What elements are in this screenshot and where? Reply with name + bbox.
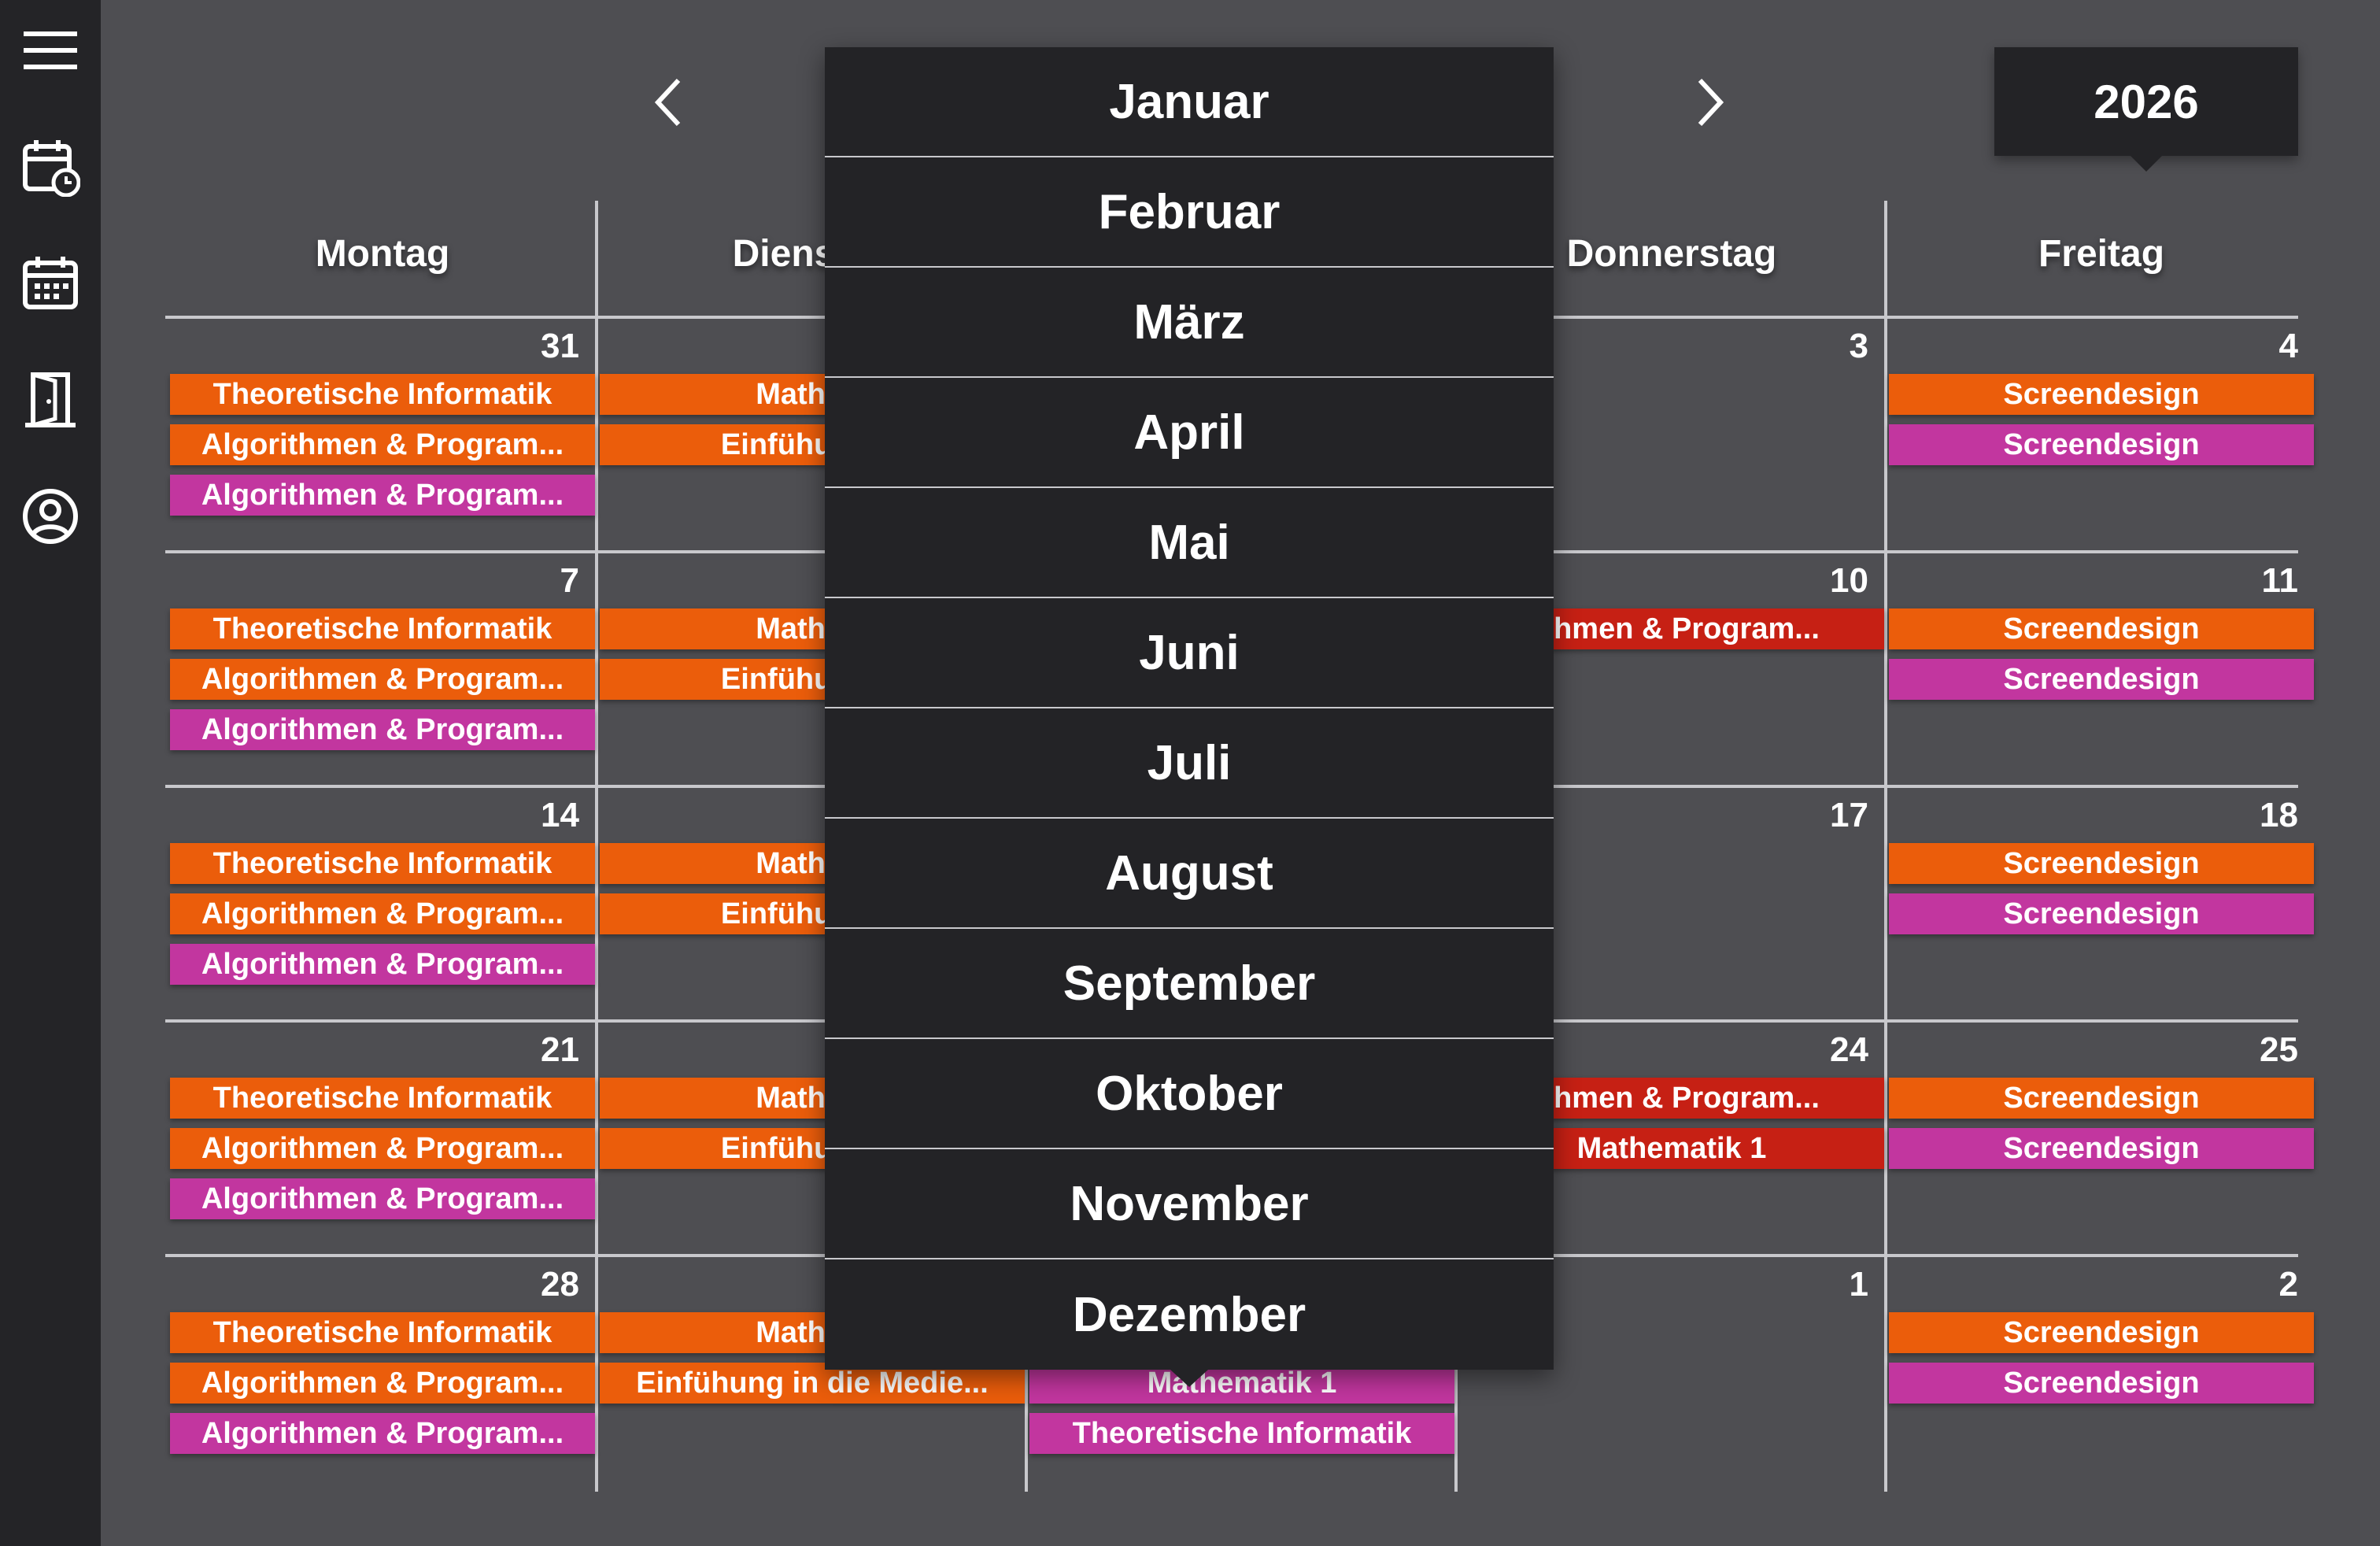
calendar-event[interactable]: Screendesign xyxy=(1889,608,2314,649)
month-option-4[interactable]: April xyxy=(825,378,1554,488)
calendar-event[interactable]: Theoretische Informatik xyxy=(170,1078,595,1119)
calendar-event[interactable]: Screendesign xyxy=(1889,1363,2314,1404)
calendar-clock-icon[interactable] xyxy=(17,134,83,200)
calendar-event[interactable]: Screendesign xyxy=(1889,893,2314,934)
day-number[interactable]: 10 xyxy=(1774,561,1868,602)
calendar-event[interactable]: Algorithmen & Program... xyxy=(170,424,595,465)
month-option-8[interactable]: August xyxy=(825,819,1554,929)
day-number[interactable]: 2 xyxy=(2204,1265,2298,1306)
next-month-button[interactable] xyxy=(1678,69,1741,135)
account-icon[interactable] xyxy=(17,483,83,549)
calendar-event[interactable]: Algorithmen & Program... xyxy=(170,1363,595,1404)
month-option-1[interactable]: Januar xyxy=(825,47,1554,157)
day-header-freitag: Freitag xyxy=(2038,233,2165,275)
day-number[interactable]: 17 xyxy=(1774,796,1868,837)
day-number[interactable]: 21 xyxy=(485,1030,579,1071)
calendar-event[interactable]: Theoretische Informatik xyxy=(170,374,595,415)
calendar-event[interactable]: Screendesign xyxy=(1889,659,2314,700)
day-number[interactable]: 18 xyxy=(2204,796,2298,837)
month-option-2[interactable]: Februar xyxy=(825,157,1554,268)
calendar-event[interactable]: Theoretische Informatik xyxy=(170,1312,595,1353)
calendar-event[interactable]: Algorithmen & Program... xyxy=(170,659,595,700)
month-option-9[interactable]: September xyxy=(825,929,1554,1039)
day-number[interactable]: 25 xyxy=(2204,1030,2298,1071)
calendar-event[interactable]: Screendesign xyxy=(1889,843,2314,884)
calendar-event[interactable]: Screendesign xyxy=(1889,1128,2314,1169)
day-number[interactable]: 4 xyxy=(2204,327,2298,368)
month-option-5[interactable]: Mai xyxy=(825,488,1554,598)
month-option-6[interactable]: Juni xyxy=(825,598,1554,708)
day-number[interactable]: 3 xyxy=(1774,327,1868,368)
calendar-event[interactable]: Screendesign xyxy=(1889,424,2314,465)
day-number[interactable]: 1 xyxy=(1774,1265,1868,1306)
day-number[interactable]: 28 xyxy=(485,1265,579,1306)
column-divider xyxy=(1884,201,1887,1492)
sidebar xyxy=(0,0,101,1546)
calendar-event[interactable]: Screendesign xyxy=(1889,374,2314,415)
day-number[interactable]: 11 xyxy=(2204,561,2298,602)
door-icon[interactable] xyxy=(17,367,83,433)
month-option-10[interactable]: Oktober xyxy=(825,1039,1554,1149)
day-number[interactable]: 31 xyxy=(485,327,579,368)
chevron-left-icon xyxy=(654,78,681,127)
day-header-montag: Montag xyxy=(315,233,450,275)
calendar-event[interactable]: Algorithmen & Program... xyxy=(170,944,595,985)
month-option-11[interactable]: November xyxy=(825,1149,1554,1259)
calendar-event[interactable]: Screendesign xyxy=(1889,1078,2314,1119)
calendar-event[interactable]: Algorithmen & Program... xyxy=(170,475,595,516)
day-number[interactable]: 24 xyxy=(1774,1030,1868,1071)
calendar-event[interactable]: Algorithmen & Program... xyxy=(170,893,595,934)
menu-icon[interactable] xyxy=(17,17,83,83)
calendar-event[interactable]: Theoretische Informatik xyxy=(170,843,595,884)
year-selector-button[interactable]: 2026 xyxy=(1994,47,2298,156)
column-divider xyxy=(595,201,598,1492)
day-number[interactable]: 7 xyxy=(485,561,579,602)
calendar-event[interactable]: Algorithmen & Program... xyxy=(170,709,595,750)
calendar-event[interactable]: Theoretische Informatik xyxy=(170,608,595,649)
month-option-3[interactable]: März xyxy=(825,268,1554,378)
calendar-event[interactable]: Algorithmen & Program... xyxy=(170,1413,595,1454)
dropdown-caret xyxy=(1170,1370,1208,1387)
month-option-12[interactable]: Dezember xyxy=(825,1259,1554,1370)
calendar-event[interactable]: Algorithmen & Program... xyxy=(170,1128,595,1169)
calendar-event[interactable]: Screendesign xyxy=(1889,1312,2314,1353)
month-dropdown: Januar Februar März April Mai Juni Juli August S… xyxy=(825,47,1554,1387)
day-number[interactable]: 14 xyxy=(485,796,579,837)
chevron-right-icon xyxy=(1698,78,1724,127)
calendar-event[interactable]: Theoretische Informatik xyxy=(1029,1413,1454,1454)
previous-month-button[interactable] xyxy=(638,69,700,135)
month-option-7[interactable]: Juli xyxy=(825,708,1554,819)
calendar-event[interactable]: Algorithmen & Program... xyxy=(170,1178,595,1219)
calendar-icon[interactable] xyxy=(17,250,83,316)
